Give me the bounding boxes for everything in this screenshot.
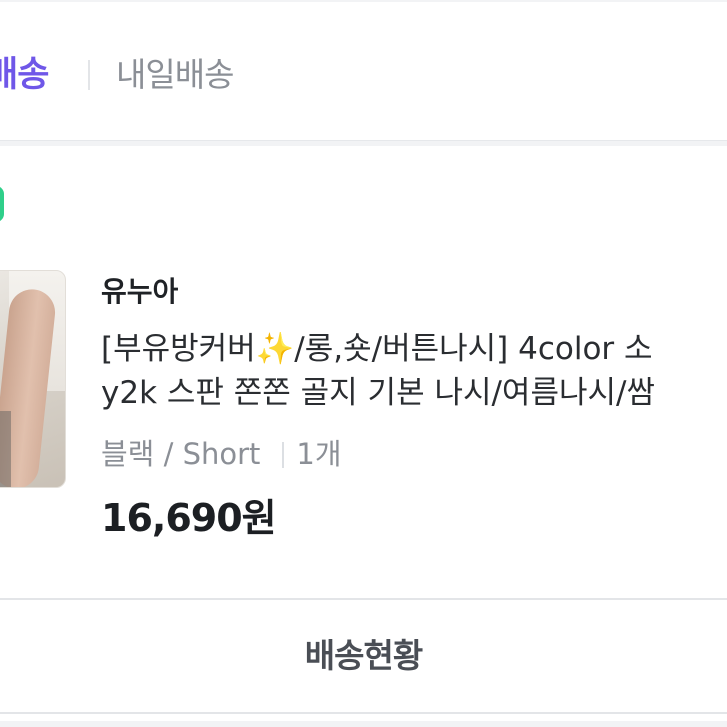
option-separator (282, 442, 285, 468)
quantity-text: 1개 (296, 437, 342, 471)
order-list-screen: 배송 내일배송 유누아 [부유방커버✨/롱,숏/버튼나시] 4color 소 y… (0, 0, 727, 727)
tab-divider (88, 60, 90, 90)
track-delivery-label: 배송현황 (304, 636, 423, 675)
order-card: 유누아 [부유방커버✨/롱,숏/버튼나시] 4color 소 y2k 스판 쫀쫀… (0, 146, 727, 721)
product-title-line-1: [부유방커버✨/롱,숏/버튼나시] 4color 소 (101, 331, 653, 367)
product-title-line-2: y2k 스판 쫀쫀 골지 기본 나시/여름나시/쌈 (101, 375, 655, 411)
tab-tomorrow-delivery[interactable]: 내일배송 (116, 52, 234, 98)
tab-delivery[interactable]: 배송 (0, 52, 49, 98)
price: 16,690원 (101, 496, 277, 540)
option-text: 블랙 / Short (101, 437, 261, 471)
option-row: 블랙 / Short 1개 (101, 434, 342, 474)
delivery-tabs: 배송 내일배송 (0, 2, 727, 141)
product-title[interactable]: [부유방커버✨/롱,숏/버튼나시] 4color 소 y2k 스판 쫀쫀 골지 … (101, 327, 727, 415)
product-thumbnail[interactable] (0, 270, 66, 488)
status-dot-icon (0, 186, 4, 222)
thumbnail-background (0, 411, 11, 487)
seller-name[interactable]: 유누아 (101, 272, 178, 312)
track-delivery-button[interactable]: 배송현황 (0, 598, 727, 714)
